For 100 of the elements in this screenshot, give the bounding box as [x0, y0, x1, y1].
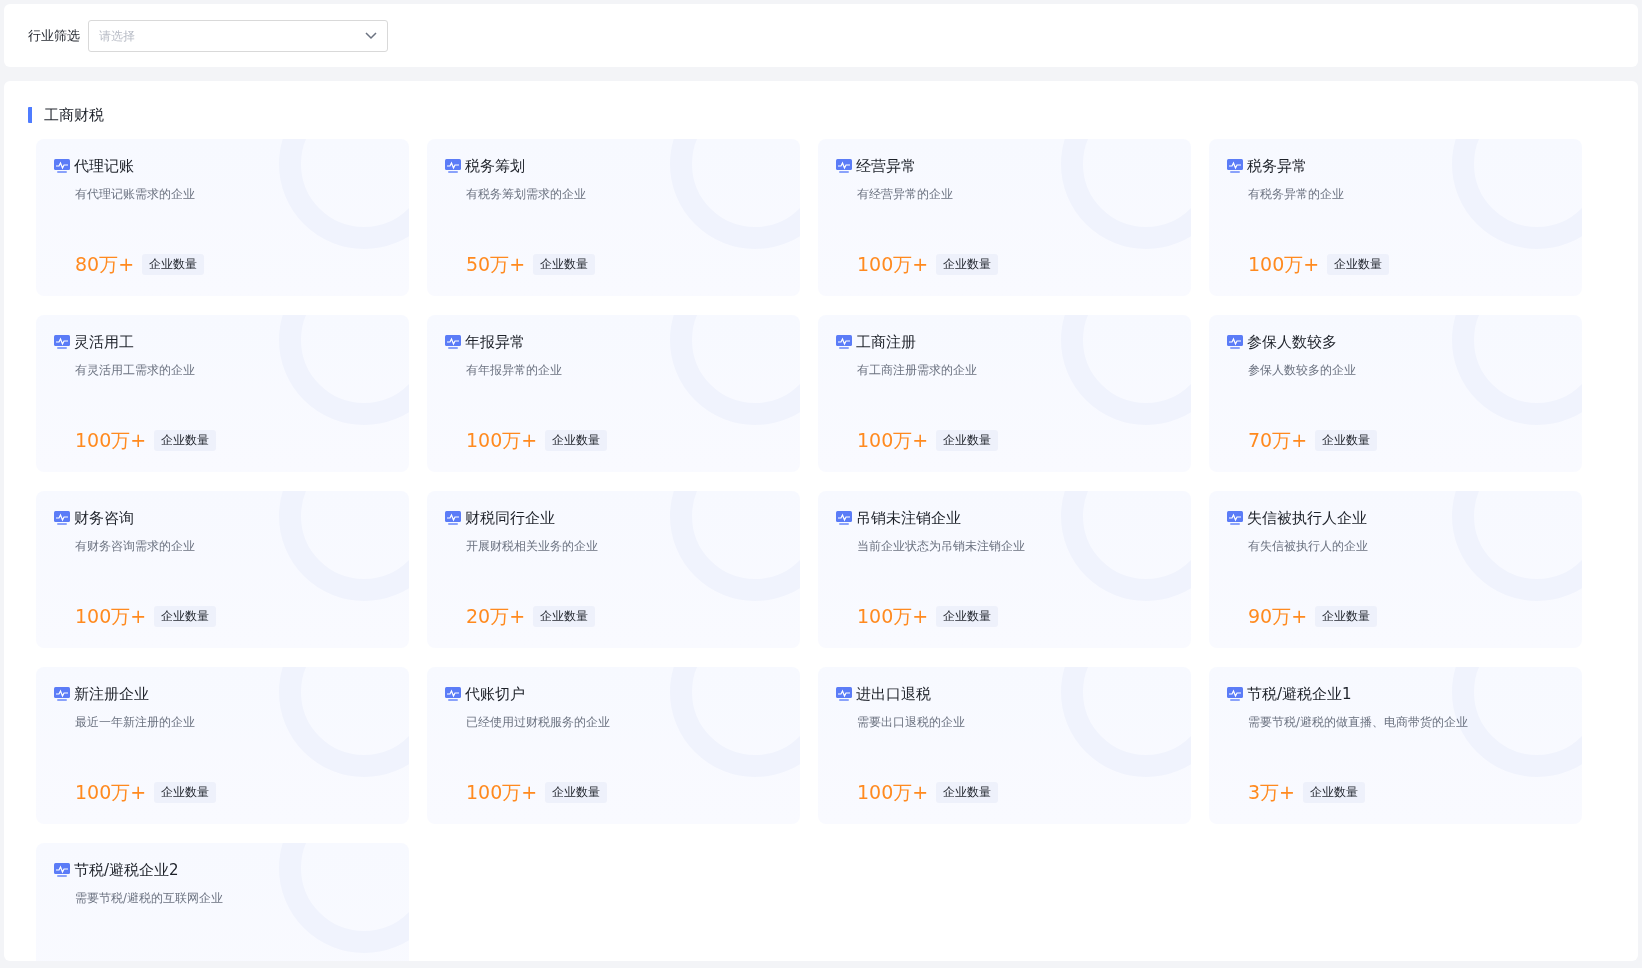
company-count: 70万+	[1248, 428, 1308, 453]
company-count: 100万+	[466, 428, 538, 453]
card-title: 税务异常	[1247, 156, 1307, 177]
card-description: 需要出口退税的企业	[857, 713, 966, 731]
count-label: 企业数量	[936, 429, 999, 451]
company-count: 100万+	[75, 780, 147, 805]
company-count: 90万+	[1248, 604, 1308, 629]
card-title: 节税/避税企业1	[1247, 684, 1352, 705]
monitor-chart-icon	[1227, 687, 1243, 702]
monitor-chart-icon	[54, 687, 70, 702]
count-label: 企业数量	[1303, 781, 1365, 803]
category-card[interactable]: 财务咨询 有财务咨询需求的企业 100万+ 企业数量	[36, 491, 409, 648]
card-description: 有代理记账需求的企业	[75, 185, 196, 203]
card-description: 最近一年新注册的企业	[75, 713, 196, 731]
monitor-chart-icon	[445, 335, 461, 350]
count-label: 企业数量	[936, 605, 999, 627]
count-label: 企业数量	[936, 781, 999, 803]
count-label: 企业数量	[545, 781, 608, 803]
card-description: 需要节税/避税的互联网企业	[75, 889, 224, 907]
category-card[interactable]: 经营异常 有经营异常的企业 100万+ 企业数量	[818, 139, 1191, 296]
count-label: 企业数量	[545, 429, 608, 451]
company-count: 100万+	[857, 604, 929, 629]
card-title: 税务筹划	[465, 156, 525, 177]
count-label: 企业数量	[533, 253, 596, 275]
card-title: 代理记账	[74, 156, 134, 177]
card-title: 财务咨询	[74, 508, 134, 529]
card-title: 代账切户	[465, 684, 525, 705]
card-title: 工商注册	[856, 332, 916, 353]
monitor-chart-icon	[1227, 511, 1243, 526]
card-title: 吊销未注销企业	[856, 508, 961, 529]
card-title: 进出口退税	[856, 684, 931, 705]
card-description: 当前企业状态为吊销未注销企业	[857, 537, 1026, 555]
card-description: 有经营异常的企业	[857, 185, 954, 203]
category-card[interactable]: 节税/避税企业1 需要节税/避税的做直播、电商带货的企业 3万+ 企业数量	[1209, 667, 1582, 824]
monitor-chart-icon	[445, 511, 461, 526]
filter-label: 行业筛选	[28, 26, 80, 45]
monitor-chart-icon	[54, 863, 70, 878]
count-label: 企业数量	[1327, 253, 1390, 275]
section-title: 工商财税	[28, 107, 1614, 123]
card-description: 有年报异常的企业	[466, 361, 563, 379]
card-title: 参保人数较多	[1247, 332, 1337, 353]
company-count: 100万+	[75, 604, 147, 629]
card-title: 年报异常	[465, 332, 525, 353]
company-count: 80万+	[75, 252, 135, 277]
monitor-chart-icon	[1227, 335, 1243, 350]
company-count: 100万+	[857, 428, 929, 453]
card-title: 失信被执行人企业	[1247, 508, 1367, 529]
company-count: 100万+	[466, 780, 538, 805]
card-description: 有税务筹划需求的企业	[466, 185, 587, 203]
company-count: 50万+	[466, 252, 526, 277]
category-card[interactable]: 新注册企业 最近一年新注册的企业 100万+ 企业数量	[36, 667, 409, 824]
card-description: 需要节税/避税的做直播、电商带货的企业	[1248, 713, 1469, 731]
count-label: 企业数量	[936, 253, 999, 275]
card-title: 财税同行企业	[465, 508, 555, 529]
category-card[interactable]: 工商注册 有工商注册需求的企业 100万+ 企业数量	[818, 315, 1191, 472]
count-label: 企业数量	[154, 429, 217, 451]
category-card[interactable]: 财税同行企业 开展财税相关业务的企业 20万+ 企业数量	[427, 491, 800, 648]
count-label: 企业数量	[533, 605, 596, 627]
monitor-chart-icon	[836, 687, 852, 702]
category-card[interactable]: 节税/避税企业2 需要节税/避税的互联网企业	[36, 843, 409, 961]
count-label: 企业数量	[142, 253, 205, 275]
monitor-chart-icon	[1227, 159, 1243, 174]
category-card[interactable]: 灵活用工 有灵活用工需求的企业 100万+ 企业数量	[36, 315, 409, 472]
count-label: 企业数量	[154, 605, 217, 627]
card-title: 经营异常	[856, 156, 916, 177]
company-count: 3万+	[1248, 780, 1295, 805]
monitor-chart-icon	[54, 511, 70, 526]
company-count: 20万+	[466, 604, 526, 629]
company-count: 100万+	[1248, 252, 1320, 277]
monitor-chart-icon	[836, 159, 852, 174]
card-description: 有财务咨询需求的企业	[75, 537, 196, 555]
category-card[interactable]: 税务异常 有税务异常的企业 100万+ 企业数量	[1209, 139, 1582, 296]
card-description: 有工商注册需求的企业	[857, 361, 978, 379]
card-description: 参保人数较多的企业	[1248, 361, 1357, 379]
card-description: 有税务异常的企业	[1248, 185, 1345, 203]
category-card[interactable]: 失信被执行人企业 有失信被执行人的企业 90万+ 企业数量	[1209, 491, 1582, 648]
monitor-chart-icon	[445, 687, 461, 702]
category-card[interactable]: 年报异常 有年报异常的企业 100万+ 企业数量	[427, 315, 800, 472]
monitor-chart-icon	[54, 335, 70, 350]
chevron-down-icon	[365, 31, 377, 40]
monitor-chart-icon	[836, 335, 852, 350]
card-description: 已经使用过财税服务的企业	[466, 713, 611, 731]
company-count: 100万+	[75, 428, 147, 453]
card-title: 灵活用工	[74, 332, 134, 353]
count-label: 企业数量	[1315, 605, 1378, 627]
monitor-chart-icon	[54, 159, 70, 174]
category-card[interactable]: 吊销未注销企业 当前企业状态为吊销未注销企业 100万+ 企业数量	[818, 491, 1191, 648]
card-description: 有失信被执行人的企业	[1248, 537, 1369, 555]
card-title: 节税/避税企业2	[74, 860, 179, 881]
company-count: 100万+	[857, 780, 929, 805]
count-label: 企业数量	[1315, 429, 1378, 451]
category-card[interactable]: 税务筹划 有税务筹划需求的企业 50万+ 企业数量	[427, 139, 800, 296]
count-label: 企业数量	[154, 781, 217, 803]
card-title: 新注册企业	[74, 684, 149, 705]
card-description: 开展财税相关业务的企业	[466, 537, 599, 555]
monitor-chart-icon	[445, 159, 461, 174]
category-card[interactable]: 代账切户 已经使用过财税服务的企业 100万+ 企业数量	[427, 667, 800, 824]
category-card[interactable]: 代理记账 有代理记账需求的企业 80万+ 企业数量	[36, 139, 409, 296]
category-card[interactable]: 进出口退税 需要出口退税的企业 100万+ 企业数量	[818, 667, 1191, 824]
category-card[interactable]: 参保人数较多 参保人数较多的企业 70万+ 企业数量	[1209, 315, 1582, 472]
